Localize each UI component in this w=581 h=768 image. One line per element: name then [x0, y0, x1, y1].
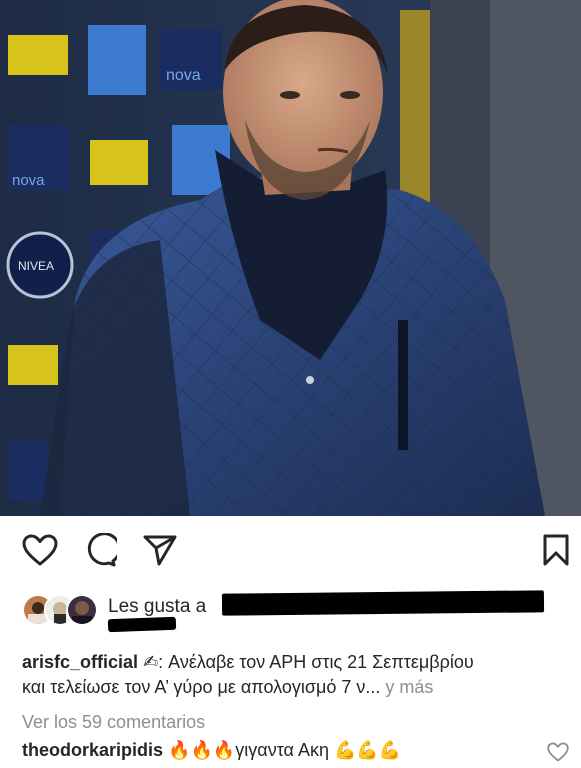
more-link[interactable]: y más	[385, 677, 433, 697]
post-actions	[0, 528, 581, 578]
comment-text: 🔥🔥🔥γιγαντα Ακη 💪💪💪	[168, 740, 402, 760]
comment-username[interactable]: theodorkaripidis	[22, 740, 163, 760]
heart-icon	[22, 534, 58, 566]
svg-text:nova: nova	[166, 67, 201, 84]
comment-like-button[interactable]	[547, 742, 569, 762]
post-photo[interactable]: nova nova NIVEA	[0, 0, 581, 516]
bookmark-icon	[543, 534, 569, 566]
comment-row: theodorkaripidis 🔥🔥🔥γιγαντα Ακη 💪💪💪	[22, 740, 542, 761]
avatar	[66, 594, 98, 626]
likes-row[interactable]: Les gusta a	[22, 590, 562, 633]
view-comments-link[interactable]: Ver los 59 comentarios	[22, 712, 205, 733]
post-image: nova nova NIVEA	[0, 0, 581, 516]
share-button[interactable]	[140, 528, 180, 572]
caption-text: ✍: Ανέλαβε τον ΑΡΗ στις 21 Σεπτεμβρίου	[143, 652, 474, 672]
post-caption: arisfc_official ✍: Ανέλαβε τον ΑΡΗ στις …	[22, 650, 562, 700]
redaction-bar	[221, 590, 545, 616]
svg-text:nova: nova	[12, 172, 45, 189]
redaction-bar	[107, 616, 177, 633]
like-button[interactable]	[20, 528, 60, 572]
save-button[interactable]	[536, 528, 576, 572]
paper-plane-icon	[143, 535, 177, 566]
comment-icon	[87, 533, 117, 567]
liker-avatars	[22, 592, 102, 626]
svg-text:NIVEA: NIVEA	[18, 259, 54, 273]
caption-text-continued: και τελείωσε τον Α’ γύρο με απολογισμό 7…	[22, 677, 381, 697]
heart-icon	[547, 742, 569, 762]
likes-label: Les gusta a	[108, 596, 207, 617]
comment-button[interactable]	[80, 528, 120, 572]
caption-username[interactable]: arisfc_official	[22, 652, 138, 672]
